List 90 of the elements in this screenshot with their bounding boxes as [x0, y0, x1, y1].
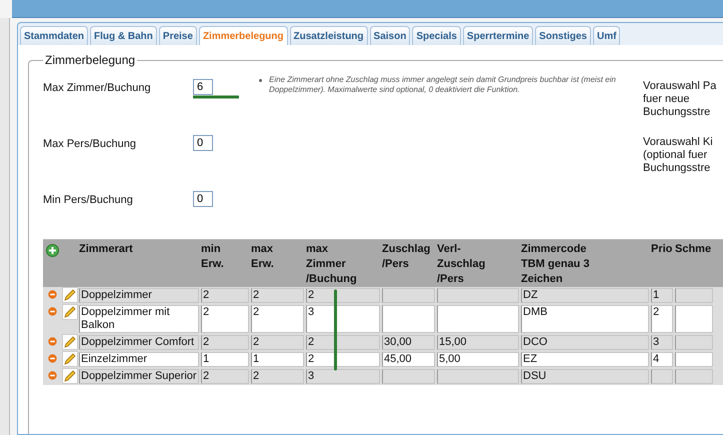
tab[interactable]: Preise [158, 26, 197, 45]
table-cell[interactable]: 3 [306, 305, 380, 333]
remove-icon[interactable] [48, 307, 56, 316]
tab[interactable]: Zusatzleistung [290, 26, 368, 45]
table-cell[interactable]: 2 [251, 369, 304, 384]
add-icon[interactable] [46, 244, 58, 257]
table-cell[interactable] [675, 369, 713, 384]
pencil-icon[interactable] [63, 288, 77, 302]
table-cell[interactable]: Doppelzimmer Comfort [79, 335, 199, 350]
field-label: Max Zimmer/Buchung [43, 81, 152, 96]
table-cell[interactable]: 5,00 [437, 352, 519, 367]
pencil-icon[interactable] [63, 369, 77, 383]
table-cell[interactable]: 3 [306, 369, 380, 384]
remove-icon[interactable] [48, 337, 56, 346]
tab[interactable]: Sonstiges [535, 26, 591, 45]
table-cell[interactable]: Doppelzimmer mit Balkon [79, 305, 199, 333]
side-note: Buchungsstre [643, 162, 710, 174]
table-cell[interactable] [675, 352, 713, 367]
table-cell[interactable] [437, 288, 519, 303]
tab[interactable]: Saison [370, 26, 410, 45]
table-cell[interactable]: 2 [306, 352, 380, 367]
column-header: Zimmerart [79, 243, 133, 255]
underline-mark [193, 95, 239, 99]
tab[interactable]: Stammdaten [20, 26, 88, 45]
side-note: (optional fuer [643, 149, 708, 161]
table-cell[interactable]: DZ [521, 288, 649, 303]
table-cell[interactable] [675, 305, 713, 333]
input-field[interactable]: 6 [193, 79, 213, 95]
table-cell[interactable]: Doppelzimmer Superior [79, 369, 199, 384]
table-cell[interactable] [651, 369, 673, 384]
table-cell[interactable]: 2 [306, 288, 380, 303]
column-header: Prio [651, 243, 672, 255]
table-cell[interactable]: 2 [201, 335, 249, 350]
table-cell[interactable]: DCO [521, 335, 649, 350]
table-cell[interactable]: EZ [521, 352, 649, 367]
side-note: Buchungsstre [643, 106, 710, 118]
table-cell[interactable]: 4 [651, 352, 673, 367]
fieldset-legend: Zimmerbelegung [43, 53, 138, 67]
table-cell[interactable]: 45,00 [382, 352, 435, 367]
column-header: Zuschlag /Pers [382, 243, 430, 270]
table-cell[interactable]: 30,00 [382, 335, 435, 350]
pencil-icon[interactable] [63, 335, 77, 349]
table-cell[interactable]: 2 [251, 335, 304, 350]
side-note: Vorauswahl Ki [643, 136, 713, 148]
column-header: Verl- Zuschlag /Pers [437, 243, 486, 285]
pencil-icon[interactable] [63, 352, 77, 366]
table-cell[interactable] [382, 369, 435, 384]
tab[interactable]: Specials [412, 26, 461, 45]
table-cell[interactable]: 2 [201, 288, 249, 303]
table-cell[interactable]: 2 [651, 305, 673, 333]
table-cell[interactable]: Doppelzimmer [79, 288, 199, 303]
table-cell[interactable]: Einzelzimmer [79, 352, 199, 367]
table-cell[interactable]: 2 [306, 335, 380, 350]
table-cell[interactable] [382, 288, 435, 303]
table-cell[interactable]: 2 [201, 369, 249, 384]
column-header: Zimmercode TBM genau 3 Zeichen [521, 243, 590, 285]
remove-icon[interactable] [48, 354, 56, 363]
remove-icon[interactable] [48, 371, 56, 380]
table-cell[interactable]: 1 [651, 288, 673, 303]
table-cell[interactable]: 1 [251, 352, 304, 367]
table-cell[interactable] [675, 288, 713, 303]
column-header: max Erw. [251, 243, 274, 270]
field-label: Max Pers/Buchung [43, 137, 137, 152]
table-cell[interactable] [675, 335, 713, 350]
table-cell[interactable]: 2 [201, 305, 249, 333]
tab[interactable]: Flug & Bahn [90, 26, 157, 45]
field-label: Min Pers/Buchung [43, 193, 134, 208]
pencil-icon[interactable] [63, 305, 77, 319]
input-field[interactable]: 0 [193, 135, 213, 151]
side-note: Vorauswahl Pa [643, 80, 716, 92]
input-field[interactable]: 0 [193, 191, 213, 207]
hint-text: Eine Zimmerart ohne Zuschlag muss immer angelegt sein damit Grundpreis buchbar ist (meist ein Doppelzimmer). Maximalwerte sind optional, 0 deaktiviert die Funktion. [269, 75, 617, 96]
side-note: fuer neue [643, 93, 690, 105]
column-header: max Zimmer /Buchung [306, 243, 357, 285]
table-cell[interactable] [382, 305, 435, 333]
remove-icon[interactable] [48, 290, 56, 299]
table-cell[interactable]: 1 [201, 352, 249, 367]
tab[interactable]: Sperrtermine [462, 26, 534, 45]
table-cell[interactable]: 2 [251, 288, 304, 303]
tab[interactable]: Umf [592, 26, 620, 45]
table-cell[interactable]: 2 [251, 305, 304, 333]
table-cell[interactable] [437, 305, 519, 333]
bullet-icon [259, 79, 262, 82]
column-header: Schme [675, 243, 712, 255]
column-header: min Erw. [201, 243, 224, 270]
table-cell[interactable]: 15,00 [437, 335, 519, 350]
table-cell[interactable]: DSU [521, 369, 649, 384]
table-cell[interactable]: DMB [521, 305, 649, 333]
table-cell[interactable]: 3 [651, 335, 673, 350]
table-cell[interactable] [437, 369, 519, 384]
